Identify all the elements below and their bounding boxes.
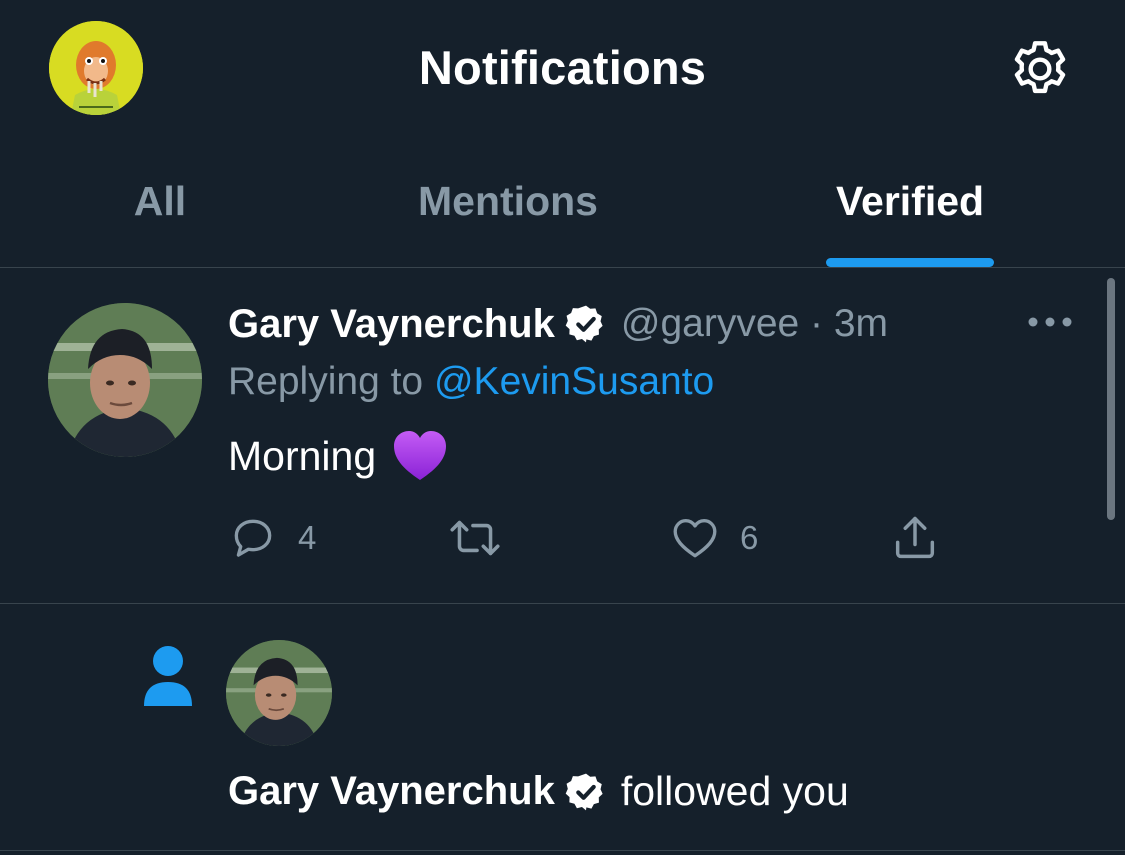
verified-badge-icon — [565, 303, 607, 345]
page-title: Notifications — [418, 41, 707, 94]
notifications-screen: Notifications All Mentions Verified Gary… — [0, 0, 1125, 855]
follow-text: Gary Vaynerchuk followed you — [228, 768, 849, 815]
verified-badge-icon — [565, 771, 607, 813]
avatar[interactable] — [226, 640, 332, 746]
scrollbar[interactable] — [1107, 278, 1115, 520]
like-count: 6 — [740, 519, 759, 556]
active-tab-indicator — [826, 258, 994, 267]
tweet-item[interactable]: Gary Vaynerchuk @garyvee · 3m Replying t… — [0, 268, 1125, 604]
replying-to-link[interactable]: @KevinSusanto — [434, 360, 714, 403]
retweet-button[interactable] — [446, 511, 524, 565]
tab-all[interactable]: All — [80, 160, 240, 267]
tab-mentions[interactable]: Mentions — [388, 160, 628, 267]
follow-action-text: followed you — [620, 768, 849, 814]
avatar[interactable] — [48, 303, 202, 457]
follow-notification-item[interactable]: Gary Vaynerchuk followed you — [0, 604, 1125, 851]
handle-and-time: @garyvee · 3m — [620, 302, 889, 345]
gear-icon[interactable] — [1005, 34, 1075, 104]
tweet-header: Gary Vaynerchuk @garyvee · 3m — [228, 298, 888, 350]
follower-name[interactable]: Gary Vaynerchuk — [228, 769, 555, 814]
person-icon — [140, 644, 196, 708]
more-options-icon[interactable] — [1025, 312, 1075, 332]
replying-to-line: Replying to @KevinSusanto — [228, 360, 714, 404]
like-button[interactable]: 6 — [670, 511, 758, 565]
reply-count: 4 — [298, 519, 317, 556]
author-name[interactable]: Gary Vaynerchuk — [228, 302, 555, 347]
purple-heart-icon — [392, 430, 448, 482]
retweet-icon — [450, 520, 500, 556]
tab-verified[interactable]: Verified — [805, 160, 1015, 267]
heart-outline-icon — [673, 519, 717, 558]
share-button[interactable] — [889, 511, 941, 565]
share-icon — [895, 516, 935, 559]
tweet-body: Morning — [228, 432, 377, 479]
top-bar: Notifications — [0, 0, 1125, 140]
tweet-text: Morning — [228, 430, 448, 482]
reply-icon — [234, 519, 272, 557]
notification-tabs: All Mentions Verified — [0, 160, 1125, 268]
replying-prefix: Replying to — [228, 360, 424, 403]
reply-button[interactable]: 4 — [228, 511, 316, 565]
